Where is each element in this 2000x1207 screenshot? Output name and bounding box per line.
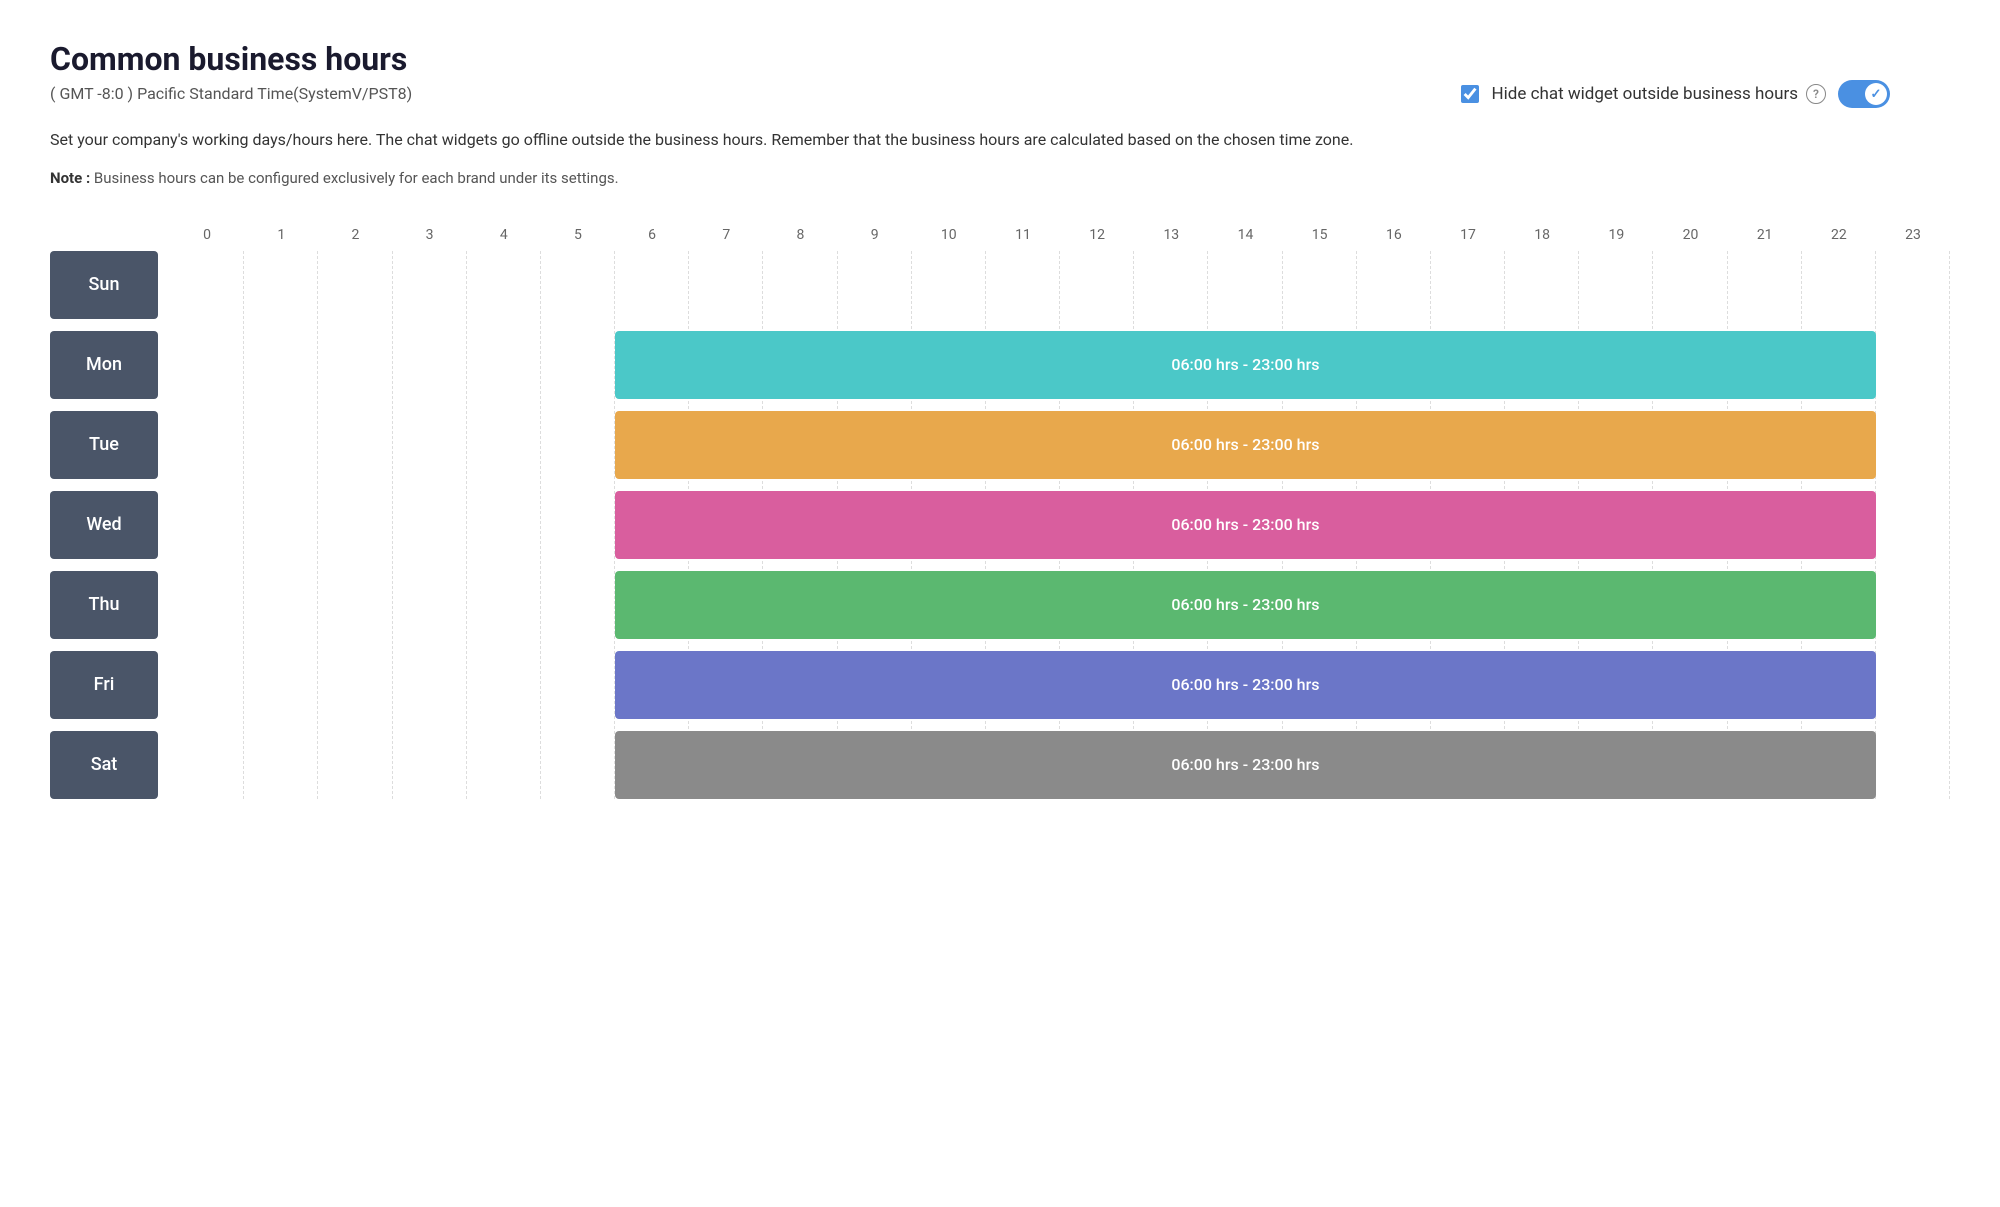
day-bar-area-sun [170,251,1950,319]
day-row-wed[interactable]: Wed 06:00 hrs - 23:00 hrs [50,491,1950,559]
time-tick: 10 [912,227,986,243]
time-tick: 15 [1283,227,1357,243]
time-tick: 20 [1653,227,1727,243]
time-tick: 4 [467,227,541,243]
note-label: Note : [50,169,90,187]
time-tick: 2 [318,227,392,243]
time-axis: 01234567891011121314151617181920212223 [170,227,1950,243]
hide-widget-checkbox[interactable] [1461,85,1479,103]
time-tick: 11 [986,227,1060,243]
time-tick: 13 [1134,227,1208,243]
day-row-sat[interactable]: Sat 06:00 hrs - 23:00 hrs [50,731,1950,799]
chart-body: Sun Mon 06:00 hrs - 23:00 hrs Tue 06:00 hrs … [50,251,1950,799]
time-tick: 19 [1579,227,1653,243]
time-tick: 14 [1208,227,1282,243]
day-label-thu: Thu [50,571,158,639]
day-row-tue[interactable]: Tue 06:00 hrs - 23:00 hrs [50,411,1950,479]
time-tick: 9 [838,227,912,243]
description-text: Set your company's working days/hours he… [50,127,1430,153]
hide-widget-toggle[interactable]: ✓ [1838,80,1890,108]
day-bar-area-thu: 06:00 hrs - 23:00 hrs [170,571,1950,639]
day-bar-area-wed: 06:00 hrs - 23:00 hrs [170,491,1950,559]
time-tick: 8 [763,227,837,243]
hide-widget-text: Hide chat widget outside business hours [1491,84,1798,104]
time-tick: 22 [1802,227,1876,243]
time-tick: 12 [1060,227,1134,243]
help-icon[interactable]: ? [1806,84,1826,104]
hide-widget-controls: Hide chat widget outside business hours … [1461,80,1890,108]
day-label-mon: Mon [50,331,158,399]
toggle-check-icon: ✓ [1871,87,1882,102]
day-bar-area-fri: 06:00 hrs - 23:00 hrs [170,651,1950,719]
time-tick: 3 [393,227,467,243]
day-bar-wed[interactable]: 06:00 hrs - 23:00 hrs [615,491,1876,559]
day-label-sat: Sat [50,731,158,799]
time-tick: 6 [615,227,689,243]
day-bar-area-sat: 06:00 hrs - 23:00 hrs [170,731,1950,799]
day-row-fri[interactable]: Fri 06:00 hrs - 23:00 hrs [50,651,1950,719]
note-line: Note : Business hours can be configured … [50,169,1950,187]
time-tick: 7 [689,227,763,243]
day-row-mon[interactable]: Mon 06:00 hrs - 23:00 hrs [50,331,1950,399]
note-text: Business hours can be configured exclusi… [94,169,619,187]
time-tick: 1 [244,227,318,243]
time-tick: 21 [1728,227,1802,243]
page-title: Common business hours [50,40,1950,78]
business-hours-chart: 01234567891011121314151617181920212223 S… [50,227,1950,799]
hide-widget-label: Hide chat widget outside business hours … [1491,84,1826,104]
day-bar-fri[interactable]: 06:00 hrs - 23:00 hrs [615,651,1876,719]
day-bar-thu[interactable]: 06:00 hrs - 23:00 hrs [615,571,1876,639]
day-label-tue: Tue [50,411,158,479]
time-tick: 16 [1357,227,1431,243]
day-label-sun: Sun [50,251,158,319]
day-label-fri: Fri [50,651,158,719]
day-bar-sat[interactable]: 06:00 hrs - 23:00 hrs [615,731,1876,799]
time-tick: 5 [541,227,615,243]
time-tick: 18 [1505,227,1579,243]
day-row-sun[interactable]: Sun [50,251,1950,319]
day-bar-area-tue: 06:00 hrs - 23:00 hrs [170,411,1950,479]
time-tick: 0 [170,227,244,243]
day-bar-tue[interactable]: 06:00 hrs - 23:00 hrs [615,411,1876,479]
time-tick: 23 [1876,227,1950,243]
day-label-wed: Wed [50,491,158,559]
time-tick: 17 [1431,227,1505,243]
day-row-thu[interactable]: Thu 06:00 hrs - 23:00 hrs [50,571,1950,639]
day-bar-area-mon: 06:00 hrs - 23:00 hrs [170,331,1950,399]
day-bar-mon[interactable]: 06:00 hrs - 23:00 hrs [615,331,1876,399]
